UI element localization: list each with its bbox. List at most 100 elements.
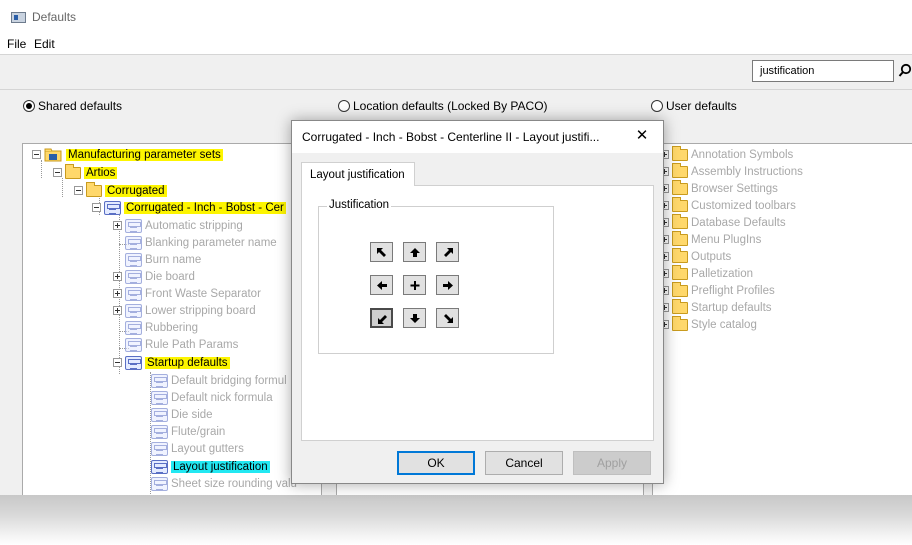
justify-center-button[interactable] xyxy=(403,275,426,295)
parameter-icon xyxy=(151,407,168,422)
justify-bottom-left-button[interactable] xyxy=(370,308,393,328)
tree-label: Assembly Instructions xyxy=(691,165,803,178)
tree-item-layout-gutters[interactable]: Layout gutters xyxy=(151,440,244,457)
radio-location-defaults[interactable]: Location defaults (Locked By PACO) xyxy=(338,99,548,113)
collapse-toggle[interactable] xyxy=(92,203,101,212)
arrow-down-right-icon xyxy=(444,314,453,323)
folder-icon xyxy=(672,281,688,297)
expand-toggle[interactable] xyxy=(113,289,122,298)
tree-item-annotation-symbols[interactable]: Annotation Symbols xyxy=(660,145,793,163)
tree-item-manufacturing-parameter-sets[interactable]: Manufacturing parameter sets xyxy=(32,146,223,163)
tree-item-startup-defaults[interactable]: Startup defaults xyxy=(113,354,230,371)
tree-item-rubbering[interactable]: Rubbering xyxy=(125,319,198,336)
justify-top-center-button[interactable] xyxy=(403,242,426,262)
search-icon[interactable] xyxy=(898,63,912,79)
expand-toggle[interactable] xyxy=(113,221,122,230)
folder-icon xyxy=(672,230,688,246)
parameter-set-icon xyxy=(125,355,142,370)
tree-item-front-waste-separator[interactable]: Front Waste Separator xyxy=(113,285,261,302)
parameter-icon xyxy=(125,320,142,335)
arrow-right-icon xyxy=(443,281,453,290)
tree-item-preflight-profiles[interactable]: Preflight Profiles xyxy=(660,281,775,299)
collapse-toggle[interactable] xyxy=(74,186,83,195)
tree-label: Lower stripping board xyxy=(145,304,256,317)
justify-middle-left-button[interactable] xyxy=(370,275,393,295)
expand-toggle[interactable] xyxy=(113,272,122,281)
tree-item-artios[interactable]: Artios xyxy=(53,163,118,181)
justify-middle-right-button[interactable] xyxy=(436,275,459,295)
tree-item-browser-settings[interactable]: Browser Settings xyxy=(660,179,778,197)
tree-item-sheet-size-rounding[interactable]: Sheet size rounding valu xyxy=(151,475,297,492)
collapse-toggle[interactable] xyxy=(113,358,122,367)
parameter-icon xyxy=(151,373,168,388)
justify-top-left-button[interactable] xyxy=(370,242,393,262)
parameter-icon xyxy=(125,235,142,250)
folder-icon xyxy=(672,213,688,229)
dialog-title: Corrugated - Inch - Bobst - Centerline I… xyxy=(302,130,600,144)
parameter-icon xyxy=(151,476,168,491)
tree-label: Sheet size rounding valu xyxy=(171,477,297,490)
radio-shared-defaults[interactable]: Shared defaults xyxy=(23,99,122,113)
radio-user-label: User defaults xyxy=(666,99,737,113)
tab-pane: Justification xyxy=(301,185,654,441)
arrow-up-right-icon xyxy=(444,248,453,257)
group-label: Justification xyxy=(327,199,392,211)
folder-icon xyxy=(672,162,688,178)
justify-bottom-center-button[interactable] xyxy=(403,308,426,328)
tree-item-style-catalog[interactable]: Style catalog xyxy=(660,315,757,333)
tree-item-burn-name[interactable]: Burn name xyxy=(125,251,201,268)
tree-item-die-board[interactable]: Die board xyxy=(113,268,195,285)
title-bar: Defaults xyxy=(0,0,912,34)
folder-icon xyxy=(672,264,688,280)
justify-top-right-button[interactable] xyxy=(436,242,459,262)
tree-item-palletization[interactable]: Palletization xyxy=(660,264,753,282)
tree-label: Menu PlugIns xyxy=(691,233,762,246)
tree-item-customized-toolbars[interactable]: Customized toolbars xyxy=(660,196,796,214)
tree-item-default-nick-formula[interactable]: Default nick formula xyxy=(151,389,273,406)
tree-item-menu-plugins[interactable]: Menu PlugIns xyxy=(660,230,762,248)
tree-item-default-bridging-formula[interactable]: Default bridging formul xyxy=(151,372,287,389)
tree-item-layout-justification[interactable]: Layout justification xyxy=(151,458,270,475)
parameter-icon xyxy=(125,286,142,301)
radio-dot xyxy=(338,100,350,112)
tree-item-rule-path-params[interactable]: Rule Path Params xyxy=(125,336,238,353)
tree-item-flute-grain[interactable]: Flute/grain xyxy=(151,423,225,440)
tab-layout-justification[interactable]: Layout justification xyxy=(301,162,415,186)
search-input[interactable]: justification xyxy=(752,60,894,82)
tree-label: Automatic stripping xyxy=(145,219,243,232)
folder-icon xyxy=(672,179,688,195)
justify-bottom-right-button[interactable] xyxy=(436,308,459,328)
folder-icon xyxy=(672,298,688,314)
folder-icon xyxy=(672,247,688,263)
tree-item-corrugated[interactable]: Corrugated xyxy=(74,181,167,199)
window-bottom-shadow xyxy=(0,495,912,545)
tree-label: Flute/grain xyxy=(171,425,226,438)
radio-dot xyxy=(651,100,663,112)
tree-item-assembly-instructions[interactable]: Assembly Instructions xyxy=(660,162,803,180)
tree-item-automatic-stripping[interactable]: Automatic stripping xyxy=(113,217,243,234)
close-icon[interactable]: ✕ xyxy=(632,127,652,147)
tree-item-corrugated-inch-bobst[interactable]: Corrugated - Inch - Bobst - Cer xyxy=(92,199,286,216)
radio-user-defaults[interactable]: User defaults xyxy=(651,99,737,113)
menu-file[interactable]: File xyxy=(7,37,26,51)
tree-label: Outputs xyxy=(691,250,732,263)
tree-item-die-side[interactable]: Die side xyxy=(151,406,213,423)
tree-item-outputs[interactable]: Outputs xyxy=(660,247,732,265)
collapse-toggle[interactable] xyxy=(32,150,41,159)
collapse-toggle[interactable] xyxy=(53,168,62,177)
expand-toggle[interactable] xyxy=(113,306,122,315)
tree-item-database-defaults[interactable]: Database Defaults xyxy=(660,213,786,231)
tree-item-startup-defaults-user[interactable]: Startup defaults xyxy=(660,298,772,316)
menu-edit[interactable]: Edit xyxy=(34,37,55,51)
apply-button[interactable]: Apply xyxy=(573,451,651,475)
tree-item-lower-stripping-board[interactable]: Lower stripping board xyxy=(113,302,256,319)
tree-label: Style catalog xyxy=(691,318,757,331)
arrow-down-left-icon xyxy=(378,315,387,324)
tree-label: Customized toolbars xyxy=(691,199,796,212)
cancel-button[interactable]: Cancel xyxy=(485,451,563,475)
ok-button[interactable]: OK xyxy=(397,451,475,475)
tree-label: Browser Settings xyxy=(691,182,778,195)
tree-item-blanking-parameter-name[interactable]: Blanking parameter name xyxy=(125,234,277,251)
tree-label: Startup defaults xyxy=(145,356,230,369)
parameter-icon xyxy=(125,337,142,352)
